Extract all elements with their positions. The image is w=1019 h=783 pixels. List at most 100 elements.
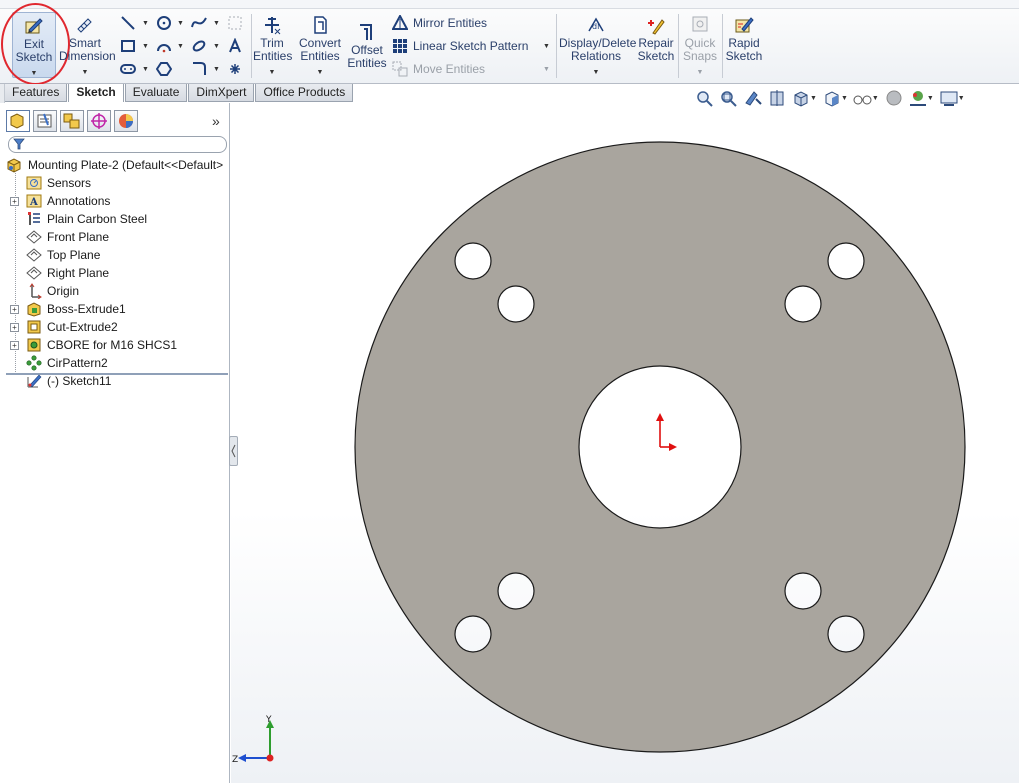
repair-sketch-icon [645,15,667,35]
feature-manager-tab[interactable] [6,110,30,132]
tab-dimxpert[interactable]: DimXpert [188,84,255,102]
chevron-down-icon[interactable]: ▼ [543,66,550,73]
origin-icon [29,283,42,299]
material-icon [28,212,40,225]
sensors-icon [26,176,42,190]
triad-z-label: Z [232,755,238,765]
rapid-sketch-button[interactable]: Rapid Sketch [724,15,764,63]
arc-tool-icon[interactable] [156,38,172,54]
quick-snaps-icon [689,15,711,35]
trim-entities-button[interactable]: Trim Entities ▼ [253,15,292,79]
collapse-arrow-icon [231,444,236,458]
chevron-down-icon[interactable]: ▼ [213,20,220,27]
zoom-to-fit-icon[interactable] [694,89,716,107]
hide-show-items-icon[interactable] [852,89,874,107]
chevron-down-icon[interactable]: ▼ [213,43,220,50]
chevron-down-icon[interactable]: ▼ [142,20,149,27]
graphics-area[interactable] [231,103,1019,783]
display-style-icon[interactable] [821,89,843,107]
chevron-down-icon[interactable]: ▼ [213,66,220,73]
slot-tool-icon[interactable] [120,61,136,77]
tab-features[interactable]: Features [4,84,68,102]
chevron-down-icon[interactable]: ▼ [142,66,149,73]
ribbon-separator [251,14,252,78]
chevron-down-icon[interactable]: ▼ [253,66,291,79]
display-manager-tab[interactable] [114,110,138,132]
sketch-icon [27,374,42,388]
move-entities-button[interactable]: Move Entities [392,61,485,77]
reference-triad: Y Z [232,715,274,765]
linear-sketch-pattern-button[interactable]: Linear Sketch Pattern [392,38,528,54]
rectangle-tool-icon[interactable] [120,38,136,54]
more-tabs-icon[interactable]: » [212,113,220,129]
previous-view-icon[interactable] [742,89,764,107]
chevron-down-icon[interactable]: ▼ [142,43,149,50]
expand-icon[interactable]: + [10,305,19,314]
sketch-text-icon[interactable] [227,38,243,54]
tree-root-part[interactable]: Mounting Plate-2 (Default<<Default> [0,156,228,174]
tab-evaluate[interactable]: Evaluate [124,84,188,102]
circle-tool-icon[interactable] [156,15,172,31]
part-icon [7,158,21,173]
chevron-down-icon[interactable]: ▼ [559,66,633,79]
chevron-down-icon[interactable]: ▼ [59,66,111,79]
offset-entities-icon [356,22,378,42]
boss-extrude-icon [27,302,41,317]
quick-snaps-button[interactable]: Quick Snaps ▼ [681,15,719,79]
point-tool-icon[interactable] [227,61,243,77]
ribbon-separator [678,14,679,78]
ribbon-top-strip [0,0,1019,9]
tree-item-label: Front Plane [47,230,110,244]
property-manager-tab[interactable] [33,110,57,132]
tree-item-label: Top Plane [47,248,101,262]
tree-item-label: Sensors [47,176,92,190]
manager-tabs [6,110,138,134]
plane-icon [26,248,42,262]
tree-item-label: Origin [47,284,80,298]
mirror-entities-button[interactable]: Mirror Entities [392,15,487,31]
svg-text:dl: dl [592,22,599,31]
expand-icon[interactable]: + [10,341,19,350]
tree-item-label: (-) Sketch11 [47,374,112,388]
tree-item-label: CirPattern2 [47,356,108,370]
mirror-entities-label: Mirror Entities [413,16,488,30]
spline-tool-icon[interactable] [191,15,207,31]
move-entities-label: Move Entities [413,62,486,76]
chevron-down-icon[interactable]: ▼ [13,67,55,80]
tab-office-products[interactable]: Office Products [255,84,354,102]
plane-icon [26,266,42,280]
tab-sketch[interactable]: Sketch [68,84,124,102]
tree-item-label: Cut-Extrude2 [47,320,118,334]
dimxpert-manager-tab[interactable] [87,110,111,132]
ellipse-tool-icon[interactable] [191,38,207,54]
chevron-down-icon[interactable]: ▼ [177,20,184,27]
smart-dimension-label-2: Dimension [59,49,116,63]
tree-item-label: Boss-Extrude1 [47,302,126,316]
view-settings-icon[interactable] [938,89,960,107]
expand-icon[interactable]: + [10,323,19,332]
view-orientation-icon[interactable] [790,89,812,107]
offset-entities-button[interactable]: Offset Entities [347,22,387,70]
ribbon-separator [556,14,557,78]
edit-appearance-icon[interactable] [883,89,905,107]
section-view-icon[interactable] [766,89,788,107]
chevron-down-icon[interactable]: ▼ [681,66,719,79]
expand-icon[interactable]: + [10,197,19,206]
convert-entities-button[interactable]: Convert Entities ▼ [296,15,344,79]
command-manager-ribbon: Exit Sketch ▼ Smart Dimension ▼ ▼ ▼ ▼ ▼ … [0,0,1019,85]
zoom-to-area-icon[interactable] [718,89,740,107]
tree-filter-input[interactable] [8,136,227,153]
chevron-down-icon[interactable]: ▼ [177,43,184,50]
repair-sketch-button[interactable]: Repair Sketch [637,15,675,63]
display-delete-relations-button[interactable]: dl Display/Delete Relations ▼ [559,15,636,79]
line-tool-icon[interactable] [120,15,136,31]
sketch-fillet-icon[interactable] [191,61,207,77]
chevron-down-icon[interactable]: ▼ [296,66,344,79]
polygon-tool-icon[interactable] [156,61,172,77]
chevron-down-icon[interactable]: ▼ [543,43,550,50]
smart-dimension-button[interactable]: Smart Dimension ▼ [59,15,116,79]
exit-sketch-button[interactable]: Exit Sketch ▼ [12,12,56,78]
apply-scene-icon[interactable] [907,89,929,107]
configuration-manager-tab[interactable] [60,110,84,132]
panel-splitter-handle[interactable] [229,436,238,466]
